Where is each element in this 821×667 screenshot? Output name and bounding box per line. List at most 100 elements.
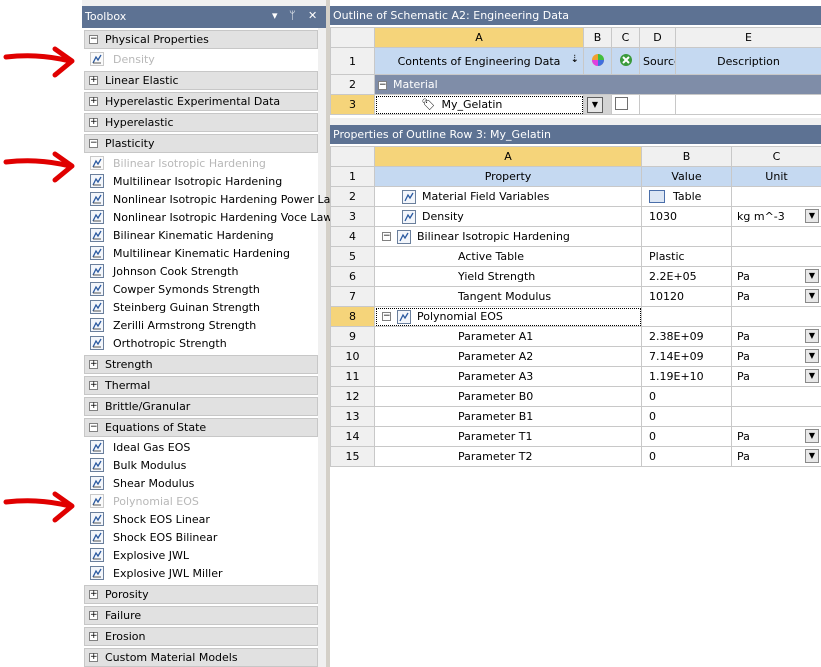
expand-icon[interactable]: + bbox=[89, 653, 98, 662]
toolbox-item-multilinear-isotropic-hardening[interactable]: Multilinear Isotropic Hardening bbox=[90, 173, 318, 191]
toolbox-category-strength[interactable]: + Strength bbox=[84, 355, 318, 374]
property-cell[interactable]: Yield Strength bbox=[374, 266, 642, 287]
source-cell[interactable] bbox=[639, 94, 676, 115]
unit-cell[interactable] bbox=[731, 186, 821, 207]
toolbox-category-hyper-exp[interactable]: + Hyperelastic Experimental Data bbox=[84, 92, 318, 111]
table-row[interactable]: 10 Parameter A2 7.14E+09 Pa ▼ bbox=[330, 346, 821, 367]
toolbox-item-bilinear-isotropic-hardening[interactable]: Bilinear Isotropic Hardening bbox=[90, 155, 318, 173]
table-row[interactable]: 4− Bilinear Isotropic Hardening bbox=[330, 226, 821, 247]
unit-dropdown-icon[interactable]: ▼ bbox=[805, 289, 819, 303]
property-cell[interactable]: Parameter T2 bbox=[374, 446, 642, 467]
toolbox-item-bulk-modulus[interactable]: Bulk Modulus bbox=[90, 457, 318, 475]
property-cell[interactable]: Parameter A1 bbox=[374, 326, 642, 347]
sort-icon[interactable]: ⇣ bbox=[571, 54, 579, 65]
table-row[interactable]: 7 Tangent Modulus 10120 Pa ▼ bbox=[330, 286, 821, 307]
suppress-checkbox[interactable] bbox=[611, 94, 640, 115]
unit-cell[interactable]: Pa ▼ bbox=[731, 326, 821, 347]
unit-cell[interactable] bbox=[731, 306, 821, 327]
table-row[interactable]: 13 Parameter B1 0 bbox=[330, 406, 821, 427]
toolbox-item-shock-eos-bilinear[interactable]: Shock EOS Bilinear bbox=[90, 529, 318, 547]
collapse-icon[interactable]: − bbox=[89, 35, 98, 44]
col-header-e[interactable]: E bbox=[675, 27, 821, 48]
unit-cell[interactable]: Pa ▼ bbox=[731, 346, 821, 367]
unit-cell[interactable]: Pa ▼ bbox=[731, 426, 821, 447]
collapse-icon[interactable]: − bbox=[378, 80, 387, 90]
unit-cell[interactable]: kg m^-3 ▼ bbox=[731, 206, 821, 227]
value-cell[interactable]: 2.2E+05 bbox=[641, 266, 732, 287]
unit-cell[interactable] bbox=[731, 406, 821, 427]
toolbox-item-bilinear-kinematic-hardening[interactable]: Bilinear Kinematic Hardening bbox=[90, 227, 318, 245]
property-cell[interactable]: Active Table bbox=[374, 246, 642, 267]
unit-cell[interactable] bbox=[731, 246, 821, 267]
expand-icon[interactable]: + bbox=[89, 632, 98, 641]
toolbox-item-ideal-gas-eos[interactable]: Ideal Gas EOS bbox=[90, 439, 318, 457]
value-cell[interactable]: 1030 bbox=[641, 206, 732, 227]
toolbox-pin-icon[interactable]: ᛘ bbox=[289, 9, 296, 22]
value-cell[interactable]: 0 bbox=[641, 406, 732, 427]
table-row[interactable]: 8− Polynomial EOS bbox=[330, 306, 821, 327]
value-cell[interactable]: 10120 bbox=[641, 286, 732, 307]
toolbox-item-zerilli-armstrong-strength[interactable]: Zerilli Armstrong Strength bbox=[90, 317, 318, 335]
value-cell[interactable]: 7.14E+09 bbox=[641, 346, 732, 367]
toolbox-item-polynomial-eos[interactable]: Polynomial EOS bbox=[90, 493, 318, 511]
toolbox-item-shock-eos-linear[interactable]: Shock EOS Linear bbox=[90, 511, 318, 529]
table-row[interactable]: 15 Parameter T2 0 Pa ▼ bbox=[330, 446, 821, 467]
value-cell[interactable]: 0 bbox=[641, 426, 732, 447]
value-cell[interactable] bbox=[641, 306, 732, 327]
value-cell[interactable]: Plastic bbox=[641, 246, 732, 267]
unit-cell[interactable]: Pa ▼ bbox=[731, 366, 821, 387]
toolbox-category-custom[interactable]: + Custom Material Models bbox=[84, 648, 318, 667]
unit-cell[interactable] bbox=[731, 386, 821, 407]
property-cell[interactable]: Parameter A3 bbox=[374, 366, 642, 387]
toolbox-item-nonlinear-isotropic-hardening-voce-law[interactable]: Nonlinear Isotropic Hardening Voce Law bbox=[90, 209, 332, 227]
col-header-c[interactable]: C bbox=[611, 27, 640, 48]
toolbox-category-hyperelastic[interactable]: + Hyperelastic bbox=[84, 113, 318, 132]
value-cell[interactable]: 2.38E+09 bbox=[641, 326, 732, 347]
toolbox-item-steinberg-guinan-strength[interactable]: Steinberg Guinan Strength bbox=[90, 299, 318, 317]
value-cell[interactable]: 0 bbox=[641, 446, 732, 467]
toolbox-item-multilinear-kinematic-hardening[interactable]: Multilinear Kinematic Hardening bbox=[90, 245, 318, 263]
toolbox-item-cowper-symonds-strength[interactable]: Cowper Symonds Strength bbox=[90, 281, 318, 299]
value-cell[interactable]: 1.19E+10 bbox=[641, 366, 732, 387]
expand-icon[interactable]: + bbox=[89, 76, 98, 85]
expand-icon[interactable]: + bbox=[89, 611, 98, 620]
toolbox-category-brittle[interactable]: + Brittle/Granular bbox=[84, 397, 318, 416]
unit-dropdown-icon[interactable]: ▼ bbox=[805, 329, 819, 343]
property-cell[interactable]: Density bbox=[374, 206, 642, 227]
toolbox-item-orthotropic-strength[interactable]: Orthotropic Strength bbox=[90, 335, 318, 353]
toolbox-item-density[interactable]: Density bbox=[90, 51, 318, 69]
table-row[interactable]: 6 Yield Strength 2.2E+05 Pa ▼ bbox=[330, 266, 821, 287]
material-name-cell[interactable]: 🏷 My_Gelatin bbox=[374, 94, 584, 115]
unit-cell[interactable]: Pa ▼ bbox=[731, 266, 821, 287]
toolbox-item-shear-modulus[interactable]: Shear Modulus bbox=[90, 475, 318, 493]
expand-icon[interactable]: + bbox=[89, 97, 98, 106]
property-cell[interactable]: − Bilinear Isotropic Hardening bbox=[374, 226, 642, 247]
collapse-icon[interactable]: − bbox=[382, 312, 391, 321]
toolbox-item-explosive-jwl[interactable]: Explosive JWL bbox=[90, 547, 318, 565]
unit-dropdown-icon[interactable]: ▼ bbox=[805, 369, 819, 383]
unit-cell[interactable]: Pa ▼ bbox=[731, 286, 821, 307]
value-cell[interactable] bbox=[641, 226, 732, 247]
expand-icon[interactable]: + bbox=[89, 590, 98, 599]
property-cell[interactable]: Parameter B0 bbox=[374, 386, 642, 407]
toolbox-item-nonlinear-isotropic-hardening-power-law[interactable]: Nonlinear Isotropic Hardening Power Law bbox=[90, 191, 339, 209]
toolbox-category-physical[interactable]: − Physical Properties bbox=[84, 30, 318, 49]
toolbox-item-johnson-cook-strength[interactable]: Johnson Cook Strength bbox=[90, 263, 318, 281]
table-row[interactable]: 3 Density 1030 kg m^-3 ▼ bbox=[330, 206, 821, 227]
material-dropdown[interactable]: ▼ bbox=[583, 94, 612, 115]
property-cell[interactable]: Tangent Modulus bbox=[374, 286, 642, 307]
table-row[interactable]: 14 Parameter T1 0 Pa ▼ bbox=[330, 426, 821, 447]
unit-dropdown-icon[interactable]: ▼ bbox=[805, 429, 819, 443]
table-row[interactable]: 11 Parameter A3 1.19E+10 Pa ▼ bbox=[330, 366, 821, 387]
table-row[interactable]: 9 Parameter A1 2.38E+09 Pa ▼ bbox=[330, 326, 821, 347]
unit-cell[interactable] bbox=[731, 226, 821, 247]
col-header-c[interactable]: C bbox=[731, 146, 821, 167]
expand-icon[interactable]: + bbox=[89, 381, 98, 390]
collapse-icon[interactable]: − bbox=[382, 232, 391, 241]
expand-icon[interactable]: + bbox=[89, 118, 98, 127]
property-cell[interactable]: − Polynomial EOS bbox=[374, 306, 642, 327]
toolbox-category-porosity[interactable]: + Porosity bbox=[84, 585, 318, 604]
unit-dropdown-icon[interactable]: ▼ bbox=[805, 209, 819, 223]
unit-cell[interactable]: Pa ▼ bbox=[731, 446, 821, 467]
property-cell[interactable]: Parameter B1 bbox=[374, 406, 642, 427]
